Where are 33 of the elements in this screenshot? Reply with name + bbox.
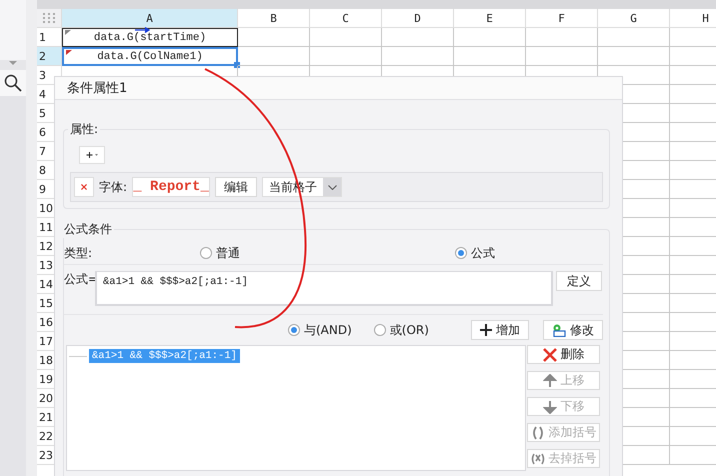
edit-button[interactable]: 编辑 bbox=[215, 177, 258, 197]
column-header[interactable]: D bbox=[382, 9, 454, 28]
column-header[interactable]: C bbox=[310, 9, 382, 28]
group-legend: 属性: bbox=[68, 121, 100, 138]
side-button[interactable]: 删除 bbox=[527, 345, 600, 364]
add-button[interactable]: 增加 bbox=[471, 320, 529, 340]
radio-option[interactable]: 或(OR) bbox=[374, 322, 429, 338]
define-button[interactable]: 定义 bbox=[556, 271, 602, 291]
cell-text: data.G(startTime) bbox=[94, 32, 206, 44]
row-header[interactable]: 2 bbox=[37, 47, 62, 66]
column-header[interactable]: E bbox=[454, 9, 526, 28]
radio-option[interactable]: 普通 bbox=[200, 244, 455, 262]
cell-text: data.G(ColName1) bbox=[97, 50, 203, 62]
font-label: 字体: bbox=[99, 178, 128, 196]
radio-label: 与(AND) bbox=[304, 322, 352, 338]
table-cell[interactable]: data.G(startTime) bbox=[62, 28, 238, 47]
column-header[interactable]: G bbox=[598, 9, 670, 28]
formula-input[interactable]: &a1>1 && $$$>a2[;a1:-1] bbox=[95, 271, 553, 306]
modify-button[interactable]: 修改 bbox=[543, 320, 603, 340]
column-header[interactable]: F bbox=[526, 9, 598, 28]
radio-label: 公式 bbox=[471, 244, 495, 262]
radio-label: 或(OR) bbox=[390, 322, 429, 338]
group-legend: 公式条件 bbox=[62, 221, 114, 238]
row-header[interactable]: 1 bbox=[37, 28, 62, 47]
column-header[interactable]: A bbox=[62, 9, 238, 28]
type-label: 类型: bbox=[64, 244, 94, 262]
radio-option[interactable]: 与(AND) bbox=[288, 322, 352, 338]
table-cell[interactable]: data.G(ColName1) bbox=[62, 47, 238, 66]
radio-label: 普通 bbox=[216, 244, 240, 262]
radio-option[interactable]: 公式 bbox=[455, 244, 495, 262]
dialog-title: 条件属性1 bbox=[55, 77, 622, 100]
column-header[interactable]: B bbox=[238, 9, 310, 28]
font-preview: _ Report_ bbox=[132, 177, 210, 197]
